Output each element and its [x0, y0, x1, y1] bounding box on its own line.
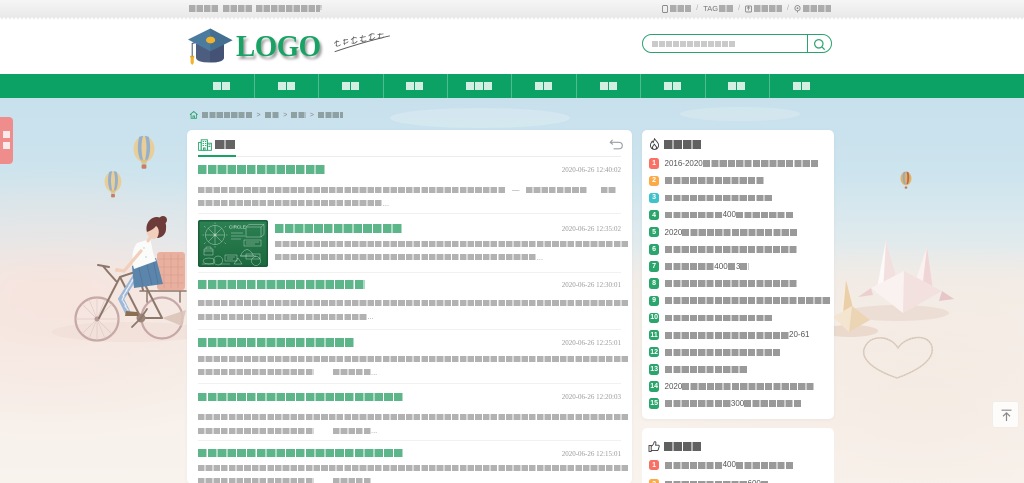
svg-text:CIRCLE: CIRCLE [229, 225, 246, 230]
